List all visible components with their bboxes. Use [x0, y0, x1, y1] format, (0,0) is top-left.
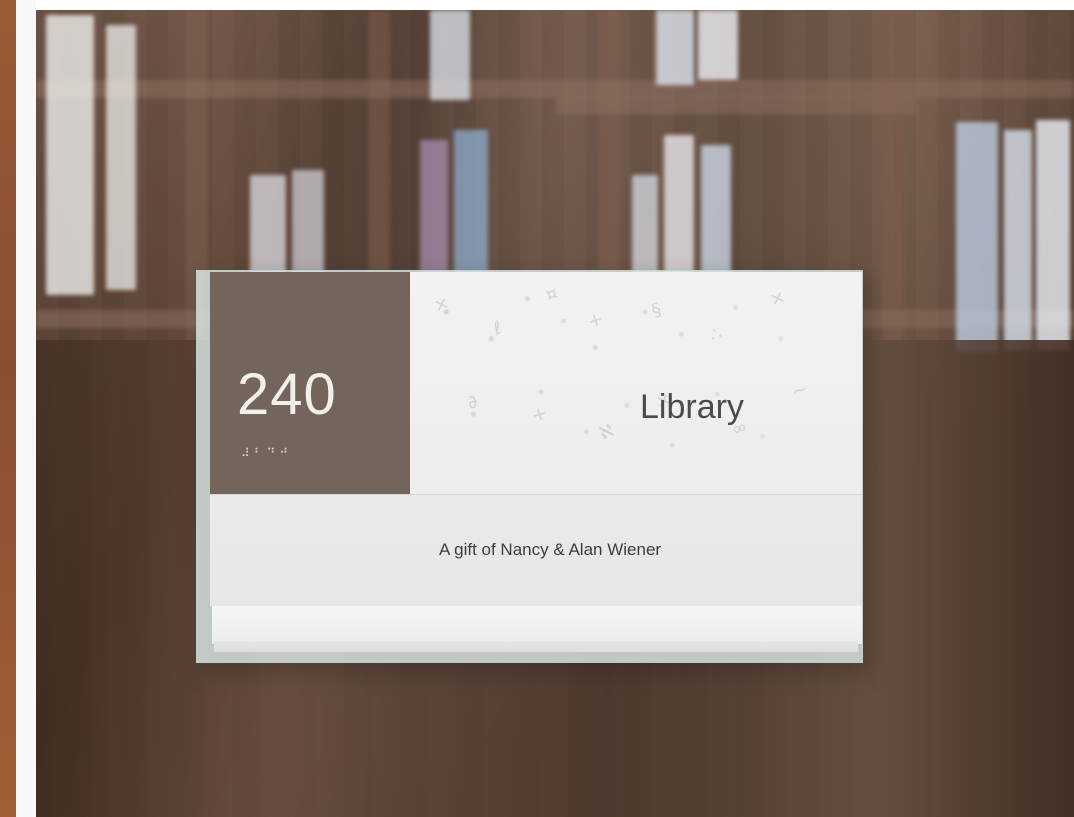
sign-face: 240 ⠼⠃⠙⠚ × ℓ ¤ + § ∴ × ∂ + ℵ × ∞ ∼ Libra…	[210, 272, 862, 606]
photo-frame: 240 ⠼⠃⠙⠚ × ℓ ¤ + § ∴ × ∂ + ℵ × ∞ ∼ Libra…	[0, 0, 1074, 817]
blurred-book	[701, 145, 731, 285]
blurred-book	[420, 140, 448, 280]
decorative-pattern-panel: × ℓ ¤ + § ∴ × ∂ + ℵ × ∞ ∼ Library	[410, 272, 862, 494]
blurred-book	[1004, 130, 1032, 350]
blurred-book	[1036, 120, 1070, 350]
blurred-book	[956, 122, 998, 352]
shelf-board	[556, 96, 916, 114]
dedication-band: A gift of Nancy & Alan Wiener	[210, 494, 862, 606]
blurred-book	[292, 170, 324, 280]
blurred-book	[250, 175, 286, 275]
frame-gap	[16, 0, 36, 817]
blurred-book	[430, 10, 470, 100]
blurred-book	[46, 15, 94, 295]
blurred-book	[664, 135, 694, 285]
blurred-book	[632, 175, 658, 285]
braille-text: ⠼⠃⠙⠚	[241, 446, 293, 460]
library-photo: 240 ⠼⠃⠙⠚ × ℓ ¤ + § ∴ × ∂ + ℵ × ∞ ∼ Libra…	[36, 10, 1074, 817]
room-name: Library	[640, 388, 744, 426]
left-wood-strip	[0, 0, 16, 817]
dedication-text: A gift of Nancy & Alan Wiener	[439, 540, 662, 559]
sign-base-edge	[214, 641, 858, 652]
blurred-book	[656, 10, 694, 85]
shelf-board	[36, 80, 1074, 98]
sign-lower-plate	[212, 606, 862, 644]
blurred-book	[698, 10, 738, 80]
room-sign: 240 ⠼⠃⠙⠚ × ℓ ¤ + § ∴ × ∂ + ℵ × ∞ ∼ Libra…	[196, 270, 864, 666]
room-number: 240	[237, 362, 337, 427]
blurred-book	[106, 25, 136, 290]
blurred-book	[454, 130, 488, 280]
room-number-panel: 240 ⠼⠃⠙⠚	[210, 272, 410, 494]
